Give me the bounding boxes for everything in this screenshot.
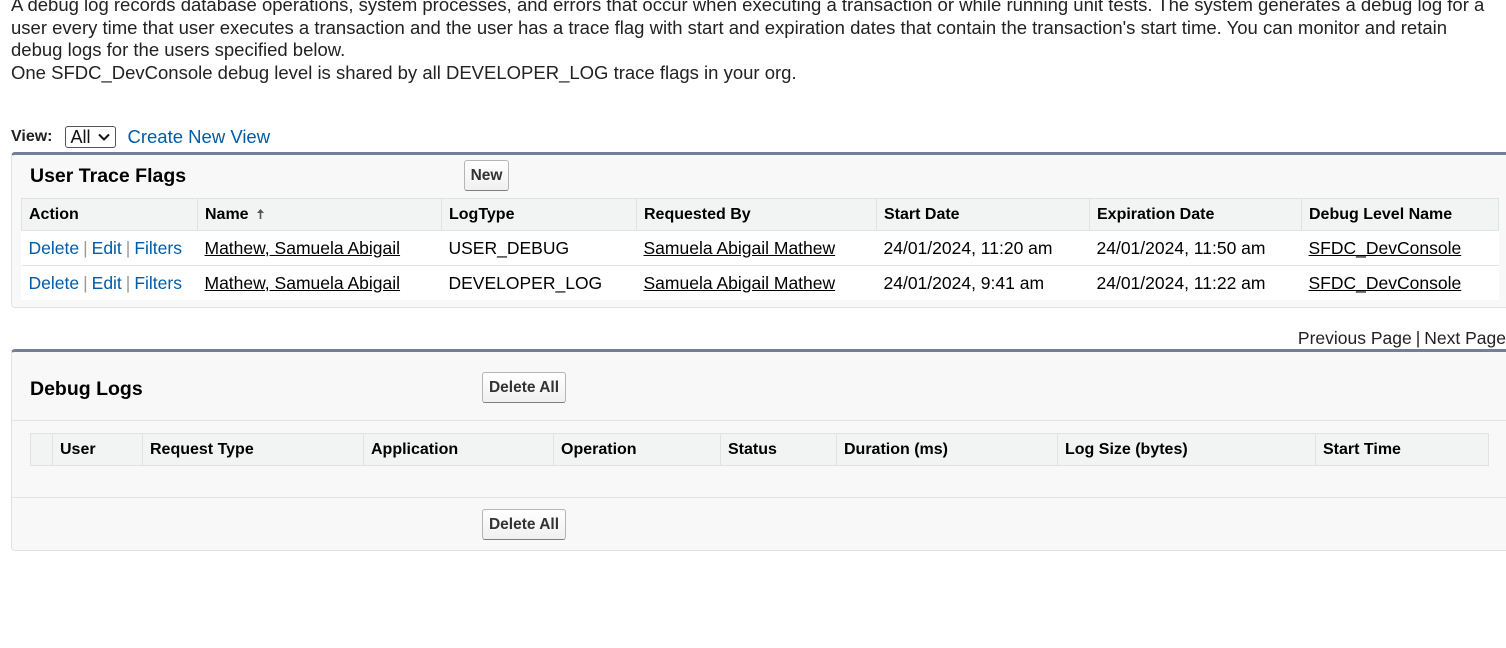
next-page-link[interactable]: Next Page — [1424, 328, 1506, 348]
view-label: View: — [11, 128, 53, 145]
delete-link[interactable]: Delete — [29, 238, 80, 258]
row-actions: Delete | Edit | Filters — [21, 265, 198, 300]
log-type-cell: DEVELOPER_LOG — [441, 265, 637, 300]
action-separator: | — [125, 237, 131, 258]
sort-ascending-icon — [256, 209, 264, 220]
intro-note: One SFDC_DevConsole debug level is share… — [11, 61, 797, 83]
delete-all-button-top[interactable]: Delete All — [482, 372, 566, 403]
user-trace-flags-panel: User Trace Flags New Action Name LogType… — [11, 152, 1506, 308]
previous-page-link[interactable]: Previous Page — [1298, 328, 1412, 348]
debug-logs-panel: Debug Logs Delete All User Request Type … — [11, 349, 1506, 551]
col-start-date[interactable]: Start Date — [876, 198, 1090, 231]
col-user[interactable]: User — [52, 433, 143, 466]
action-separator: | — [83, 237, 88, 258]
action-separator: | — [83, 272, 88, 293]
table-header-row: Action Name LogType Requested By Start D… — [21, 198, 1499, 231]
col-logtype[interactable]: LogType — [441, 198, 637, 231]
col-duration[interactable]: Duration (ms) — [836, 433, 1058, 466]
view-select-value: All — [70, 126, 91, 147]
debug-level-link[interactable]: SFDC_DevConsole — [1309, 238, 1462, 258]
panel-divider — [12, 497, 1506, 498]
table-row: Delete | Edit | Filters Mathew, Samuela Abig… — [21, 265, 1499, 300]
log-type-cell: USER_DEBUG — [441, 230, 637, 266]
trace-flags-table: Action Name LogType Requested By Start D… — [21, 198, 1499, 300]
trace-flag-name-link[interactable]: Mathew, Samuela Abigail — [205, 238, 401, 258]
edit-link[interactable]: Edit — [92, 238, 122, 258]
col-application[interactable]: Application — [363, 433, 554, 466]
pager-separator: | — [1415, 328, 1421, 348]
col-log-size[interactable]: Log Size (bytes) — [1057, 433, 1316, 466]
row-actions: Delete | Edit | Filters — [21, 230, 198, 266]
col-debug-level-name[interactable]: Debug Level Name — [1301, 198, 1499, 231]
trace-flag-name-link[interactable]: Mathew, Samuela Abigail — [205, 273, 401, 293]
col-checkbox — [30, 433, 53, 466]
pagination: Previous Page | Next Page — [1298, 328, 1506, 349]
col-name-label: Name — [205, 205, 249, 223]
requested-by-link[interactable]: Samuela Abigail Mathew — [644, 238, 836, 258]
col-start-time[interactable]: Start Time — [1315, 433, 1489, 466]
col-request-type[interactable]: Request Type — [142, 433, 364, 466]
chevron-down-icon — [97, 133, 110, 141]
col-status[interactable]: Status — [720, 433, 837, 466]
view-bar: View: All Create New View — [11, 124, 270, 150]
edit-link[interactable]: Edit — [92, 273, 122, 293]
new-trace-flag-button[interactable]: New — [464, 160, 509, 191]
intro-text: A debug log records database operations,… — [11, 0, 1501, 84]
expiration-date-cell: 24/01/2024, 11:22 am — [1089, 265, 1302, 300]
filters-link[interactable]: Filters — [134, 238, 182, 258]
expiration-date-cell: 24/01/2024, 11:50 am — [1089, 230, 1302, 266]
action-separator: | — [125, 272, 131, 293]
start-date-cell: 24/01/2024, 11:20 am — [876, 230, 1090, 266]
requested-by-link[interactable]: Samuela Abigail Mathew — [644, 273, 836, 293]
panel-divider — [12, 420, 1506, 421]
delete-all-button-bottom[interactable]: Delete All — [482, 509, 566, 540]
create-new-view-link[interactable]: Create New View — [128, 126, 271, 148]
col-expiration-date[interactable]: Expiration Date — [1089, 198, 1302, 231]
col-requested-by[interactable]: Requested By — [636, 198, 877, 231]
table-row: Delete | Edit | Filters Mathew, Samuela Abig… — [21, 230, 1499, 266]
intro-paragraph: A debug log records database operations,… — [11, 0, 1485, 60]
debug-logs-title: Debug Logs — [30, 378, 143, 400]
col-operation[interactable]: Operation — [553, 433, 721, 466]
filters-link[interactable]: Filters — [134, 273, 182, 293]
table-header-row: User Request Type Application Operation … — [30, 433, 1489, 466]
debug-level-link[interactable]: SFDC_DevConsole — [1309, 273, 1462, 293]
col-action: Action — [21, 198, 198, 231]
col-name[interactable]: Name — [197, 198, 442, 231]
delete-link[interactable]: Delete — [29, 273, 80, 293]
view-select[interactable]: All — [64, 126, 116, 148]
start-date-cell: 24/01/2024, 9:41 am — [876, 265, 1090, 300]
user-trace-flags-title: User Trace Flags — [30, 165, 187, 187]
debug-logs-table: User Request Type Application Operation … — [30, 433, 1489, 466]
